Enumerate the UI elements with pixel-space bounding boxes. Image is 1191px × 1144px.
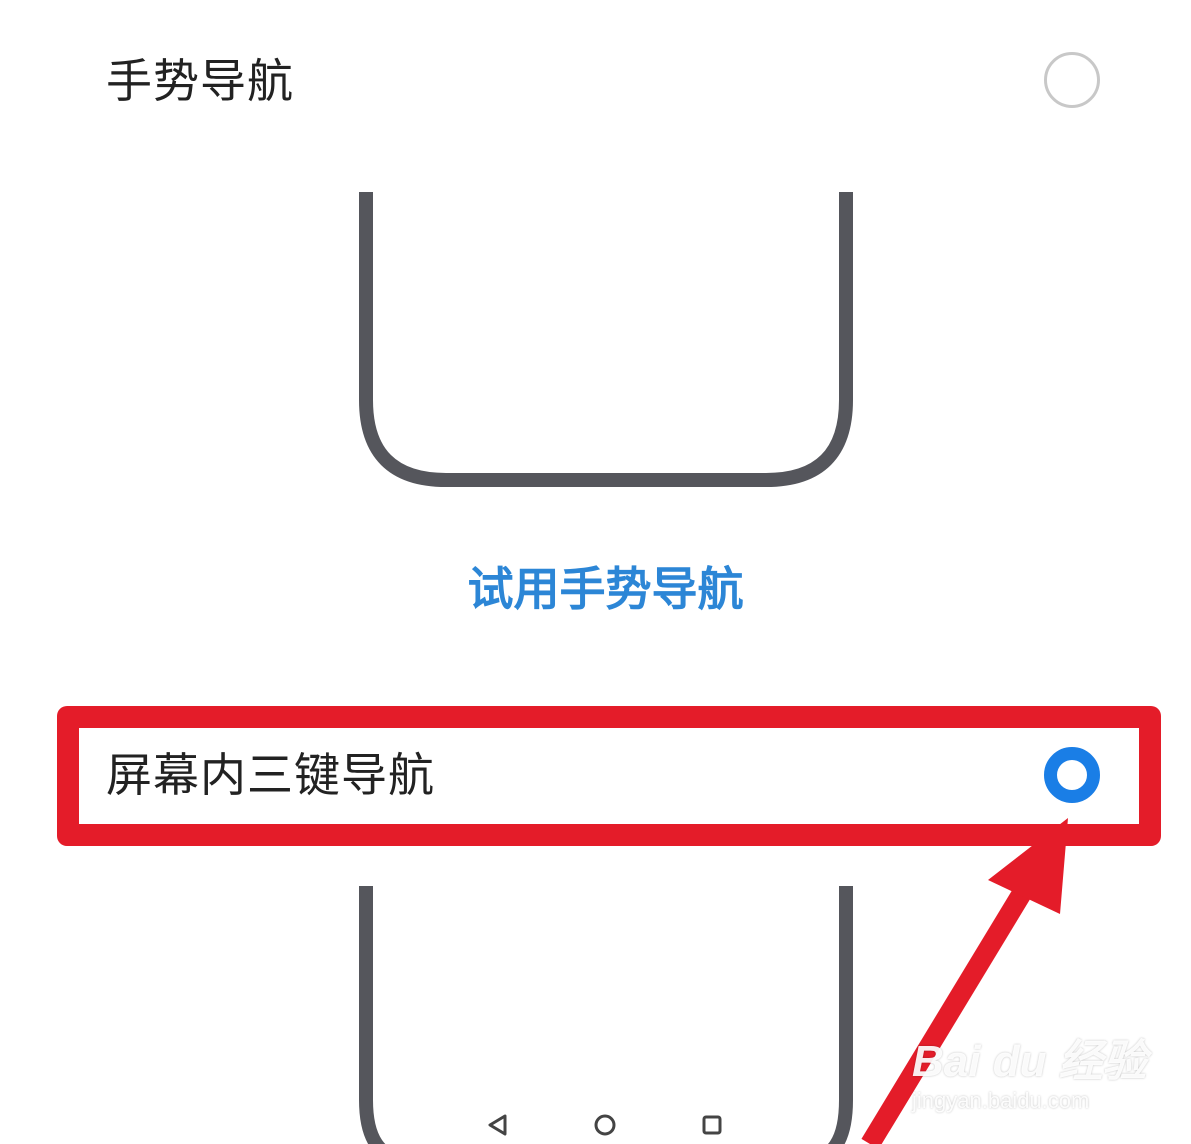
- gesture-navigation-label: 手势导航: [106, 54, 294, 108]
- three-key-navigation-radio[interactable]: [1044, 747, 1100, 803]
- gesture-navigation-radio[interactable]: [1044, 52, 1100, 108]
- watermark-brand: Bai du 经验: [912, 1037, 1147, 1086]
- recents-square-icon: [702, 1115, 722, 1135]
- gesture-phone-outline: [359, 192, 853, 487]
- three-key-phone-outline: [359, 886, 853, 1144]
- watermark-url: jingyan.baidu.com: [912, 1088, 1090, 1113]
- baidu-jingyan-watermark: Bai du 经验 jingyan.baidu.com: [912, 1040, 1147, 1114]
- home-circle-icon: [594, 1114, 616, 1136]
- nav-keys: [488, 1114, 722, 1136]
- try-gesture-navigation-link[interactable]: 试用手势导航: [0, 566, 1191, 612]
- back-triangle-icon: [488, 1114, 507, 1136]
- three-key-navigation-label: 屏幕内三键导航: [106, 748, 435, 802]
